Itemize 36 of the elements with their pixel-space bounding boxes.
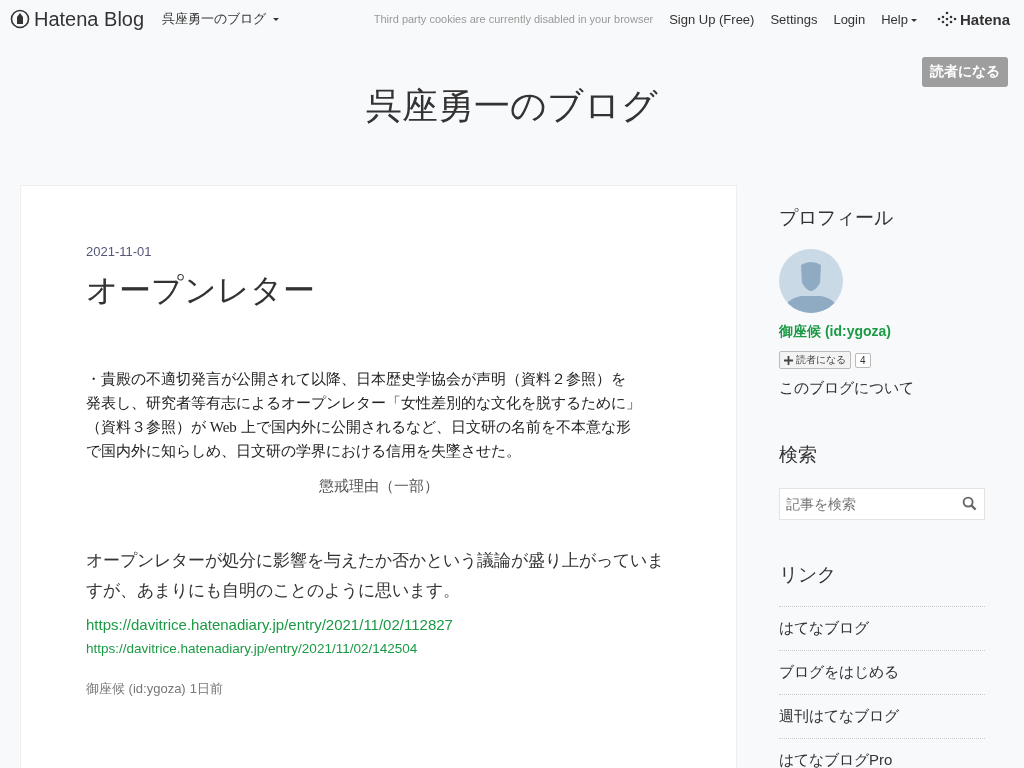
section-heading: 検索 bbox=[779, 443, 817, 467]
hatena-logo[interactable]: Hatena bbox=[936, 10, 1010, 28]
entry-paragraph: オープンレターが処分に影響を与えたか否かという議論が盛り上がっていますが、あまりにも自明のことのように思います。 bbox=[86, 550, 665, 602]
search-field[interactable]: 記事を検索 bbox=[779, 488, 985, 520]
entry-link[interactable]: https://davitrice.hatenadiary.jp/entry/2021/11/02/112827 bbox=[86, 616, 736, 633]
nav-link[interactable]: Help bbox=[881, 11, 917, 27]
search-icon[interactable] bbox=[962, 496, 977, 511]
nav-link[interactable]: Login bbox=[833, 11, 866, 27]
nav-link[interactable]: Settings bbox=[770, 11, 818, 27]
section-heading: リンク bbox=[779, 563, 836, 587]
entry-title[interactable]: オープンレター bbox=[86, 269, 736, 313]
blog-title[interactable]: 呉座勇一のブログ bbox=[366, 82, 658, 131]
document-text-line: （資料３参照）が Web 上で国内外に公開されるなど、日文研の名前を不本意な形 bbox=[86, 418, 632, 437]
plus-icon bbox=[784, 355, 793, 365]
post-time[interactable]: 1日前 bbox=[189, 680, 223, 698]
about-blog-link[interactable]: このブログについて bbox=[779, 379, 914, 398]
document-text-line: ・貴殿の不適切発言が公開されて以降、日本歴史学協会が声明（資料２参照）を bbox=[86, 370, 627, 389]
nav-link[interactable]: Sign Up (Free) bbox=[669, 11, 755, 27]
subscribe-button[interactable]: 読者になる bbox=[779, 351, 851, 369]
cookie-notice: Third party cookies are currently disabled in your browser bbox=[373, 13, 654, 25]
subscriber-count: 4 bbox=[855, 352, 871, 368]
section-heading: プロフィール bbox=[779, 206, 893, 230]
image-caption: 懲戒理由（一部） bbox=[317, 477, 440, 496]
sidebar-link[interactable]: はてなブログ bbox=[779, 619, 869, 636]
document-text-line: 発表し、研究者等有志によるオープンレター「女性差別的な文化を脱するために」 bbox=[86, 394, 642, 413]
author-link[interactable]: 御座候 (id:ygoza) bbox=[86, 680, 186, 698]
blog-menu[interactable]: 呉座勇一のブログ bbox=[162, 10, 279, 28]
sidebar-link[interactable]: 週刊はてなブログ bbox=[779, 707, 899, 724]
hatena-blog-logo[interactable]: Hatena Blog bbox=[10, 7, 145, 31]
sidebar-link[interactable]: ブログをはじめる bbox=[779, 663, 899, 680]
entry-date[interactable]: 2021-11-01 bbox=[86, 244, 736, 259]
sidebar-link[interactable]: はてなブログPro bbox=[779, 751, 893, 768]
entry-link[interactable]: https://davitrice.hatenadiary.jp/entry/2021/11/02/142504 bbox=[86, 641, 736, 656]
dots-icon bbox=[936, 11, 957, 27]
pen-nib-icon bbox=[10, 9, 30, 29]
document-text-line: で国内外に知らしめ、日文研の学界における信用を失墜させた。 bbox=[86, 442, 522, 461]
